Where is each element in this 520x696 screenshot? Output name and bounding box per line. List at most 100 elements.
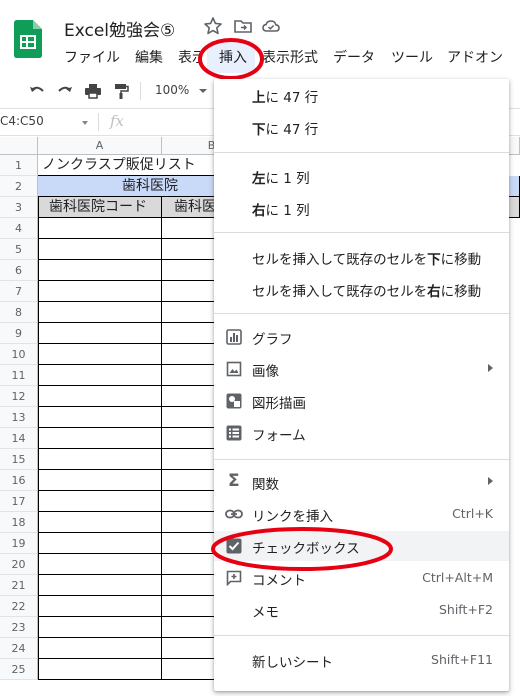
cell[interactable] bbox=[38, 533, 162, 554]
cell[interactable] bbox=[38, 617, 162, 638]
menu-insert-cells-shift-right[interactable]: セルを挿入して既存のセルを右に移動 bbox=[214, 274, 509, 304]
menu-addons[interactable]: アドオン bbox=[447, 47, 503, 67]
cell[interactable] bbox=[38, 218, 162, 239]
cloud-saved-icon[interactable] bbox=[261, 16, 281, 36]
cell[interactable] bbox=[38, 575, 162, 596]
menu-separator bbox=[214, 635, 509, 636]
cell[interactable] bbox=[38, 554, 162, 575]
note-label: メモ bbox=[252, 605, 279, 621]
cell[interactable] bbox=[38, 260, 162, 281]
row-header[interactable]: 11 bbox=[0, 365, 38, 386]
row-above-bold: 上 bbox=[252, 90, 266, 106]
cell[interactable] bbox=[38, 239, 162, 260]
image-icon bbox=[226, 361, 242, 377]
row-header[interactable]: 25 bbox=[0, 659, 38, 680]
cell[interactable] bbox=[38, 512, 162, 533]
paint-format-icon[interactable] bbox=[112, 82, 130, 100]
cell-a3[interactable]: 歯科医院コード bbox=[38, 197, 162, 218]
menu-data[interactable]: データ bbox=[333, 47, 375, 67]
row-header[interactable]: 21 bbox=[0, 575, 38, 596]
menu-insert-row-above[interactable]: 上に 47 行 bbox=[214, 80, 509, 110]
menu-format[interactable]: 表示形式 bbox=[262, 47, 318, 67]
menu-file[interactable]: ファイル bbox=[64, 47, 120, 67]
link-icon bbox=[225, 509, 243, 519]
shift-right-suffix: に移動 bbox=[440, 284, 482, 300]
move-folder-icon[interactable] bbox=[233, 16, 253, 36]
row-header[interactable]: 2 bbox=[0, 176, 38, 197]
cell[interactable] bbox=[38, 596, 162, 617]
zoom-select[interactable]: 100% bbox=[155, 83, 189, 97]
link-label: リンクを挿入 bbox=[252, 509, 333, 525]
menu-insert-cells-shift-down[interactable]: セルを挿入して既存のセルを下に移動 bbox=[214, 242, 509, 272]
menu-insert-row-below[interactable]: 下に 47 行 bbox=[214, 112, 509, 142]
cell[interactable] bbox=[38, 386, 162, 407]
menu-insert-column-right[interactable]: 右に 1 列 bbox=[214, 193, 509, 223]
star-icon[interactable] bbox=[203, 16, 223, 36]
undo-icon[interactable] bbox=[28, 82, 46, 100]
row-header[interactable]: 5 bbox=[0, 239, 38, 260]
new-sheet-shortcut: Shift+F11 bbox=[431, 652, 493, 667]
menu-edit[interactable]: 編集 bbox=[135, 47, 163, 67]
row-header[interactable]: 7 bbox=[0, 281, 38, 302]
chart-icon bbox=[226, 329, 242, 345]
row-header[interactable]: 17 bbox=[0, 491, 38, 512]
select-all-corner[interactable] bbox=[0, 137, 38, 155]
menu-insert-drawing[interactable]: 図形描画 bbox=[214, 386, 509, 416]
menu-insert-form[interactable]: フォーム bbox=[214, 418, 509, 448]
row-header[interactable]: 20 bbox=[0, 554, 38, 575]
cell[interactable] bbox=[38, 638, 162, 659]
redo-icon[interactable] bbox=[56, 82, 74, 100]
zoom-dropdown-icon[interactable] bbox=[199, 89, 207, 93]
cell[interactable] bbox=[38, 302, 162, 323]
cell[interactable] bbox=[38, 470, 162, 491]
row-header[interactable]: 15 bbox=[0, 449, 38, 470]
row-header[interactable]: 13 bbox=[0, 407, 38, 428]
row-header[interactable]: 14 bbox=[0, 428, 38, 449]
row-header[interactable]: 1 bbox=[0, 155, 38, 176]
menu-insert-chart[interactable]: グラフ bbox=[214, 322, 509, 352]
shift-right-text: セルを挿入して既存のセルを bbox=[252, 284, 428, 300]
shift-down-text: セルを挿入して既存のセルを bbox=[252, 252, 428, 268]
row-header[interactable]: 8 bbox=[0, 302, 38, 323]
shift-right-bold: 右 bbox=[427, 284, 441, 300]
row-header[interactable]: 9 bbox=[0, 323, 38, 344]
col-right-text: に 1 列 bbox=[265, 203, 310, 219]
form-icon bbox=[226, 425, 242, 441]
row-header[interactable]: 19 bbox=[0, 533, 38, 554]
row-header[interactable]: 6 bbox=[0, 260, 38, 281]
menu-insert-image[interactable]: 画像 bbox=[214, 354, 509, 384]
cell[interactable] bbox=[38, 323, 162, 344]
row-header[interactable]: 10 bbox=[0, 344, 38, 365]
row-header[interactable]: 3 bbox=[0, 197, 38, 218]
menu-insert-column-left[interactable]: 左に 1 列 bbox=[214, 161, 509, 191]
menu-tools[interactable]: ツール bbox=[391, 47, 433, 67]
form-label: フォーム bbox=[252, 428, 306, 444]
cell[interactable] bbox=[38, 365, 162, 386]
column-header-a[interactable]: A bbox=[38, 137, 162, 155]
row-header[interactable]: 12 bbox=[0, 386, 38, 407]
document-title[interactable]: Excel勉強会⑤ bbox=[64, 16, 175, 41]
row-header[interactable]: 24 bbox=[0, 638, 38, 659]
row-header[interactable]: 4 bbox=[0, 218, 38, 239]
cell[interactable] bbox=[38, 407, 162, 428]
row-below-text: に 47 行 bbox=[265, 122, 319, 138]
row-header[interactable]: 16 bbox=[0, 470, 38, 491]
menu-insert-note[interactable]: メモ Shift+F2 bbox=[214, 595, 509, 625]
menu-insert-new-sheet[interactable]: 新しいシート Shift+F11 bbox=[214, 645, 509, 675]
row-header[interactable]: 22 bbox=[0, 596, 38, 617]
cell[interactable] bbox=[38, 344, 162, 365]
sheets-logo-icon[interactable] bbox=[14, 20, 42, 58]
name-box-dropdown-icon[interactable] bbox=[82, 121, 88, 125]
function-label: 関数 bbox=[252, 477, 279, 493]
cell[interactable] bbox=[38, 491, 162, 512]
name-box[interactable]: C4:C50 bbox=[0, 114, 44, 128]
cell[interactable] bbox=[38, 281, 162, 302]
cell[interactable] bbox=[38, 428, 162, 449]
print-icon[interactable] bbox=[84, 82, 102, 100]
menu-insert-function[interactable]: Σ 関数 bbox=[214, 467, 509, 497]
cell[interactable] bbox=[38, 449, 162, 470]
row-header[interactable]: 18 bbox=[0, 512, 38, 533]
cell[interactable] bbox=[38, 659, 162, 680]
menu-separator bbox=[214, 232, 509, 233]
row-header[interactable]: 23 bbox=[0, 617, 38, 638]
